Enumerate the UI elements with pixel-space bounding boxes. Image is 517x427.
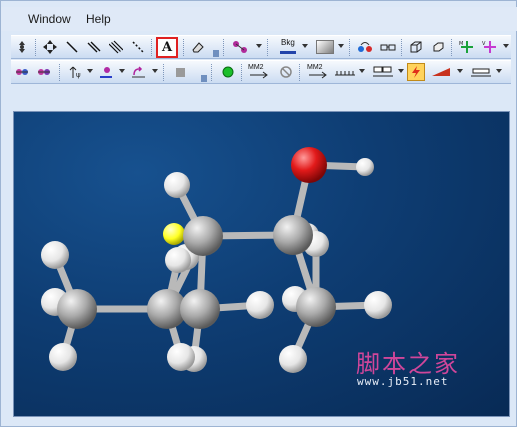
carbon-atom[interactable]	[273, 215, 313, 255]
hydrogen-atom[interactable]	[49, 343, 77, 371]
hydrogen-atom[interactable]	[167, 343, 195, 371]
bar-tool-dropdown-icon[interactable]	[496, 69, 502, 73]
no-calculation-icon[interactable]	[277, 63, 295, 81]
background-color-swatch	[280, 51, 296, 54]
dihedral-driver-2-icon[interactable]	[35, 63, 53, 81]
menu-window[interactable]: Window	[28, 12, 71, 26]
oxygen-atom[interactable]	[291, 147, 327, 183]
orbital-dropdown-icon[interactable]	[87, 69, 93, 73]
translate-tool-icon[interactable]	[41, 38, 59, 56]
move-atoms-icon[interactable]: M	[458, 38, 476, 56]
surface-dropdown-icon[interactable]	[119, 69, 125, 73]
separator	[211, 64, 213, 81]
carbon-atom[interactable]	[57, 289, 97, 329]
orbital-tool-icon[interactable]: ψ	[67, 63, 85, 81]
table-tool-icon[interactable]	[371, 63, 395, 81]
glasses-icon[interactable]	[379, 38, 397, 56]
surface-tool-icon[interactable]	[97, 63, 115, 81]
hydrogen-atom[interactable]	[364, 291, 392, 319]
svg-text:V: V	[482, 41, 486, 47]
toolbar-overflow-icon[interactable]	[503, 44, 509, 48]
hydrogen-atom[interactable]	[165, 247, 191, 273]
rotate-tool-icon[interactable]	[13, 38, 31, 56]
separator	[151, 39, 153, 56]
cube-rotate-icon[interactable]	[429, 38, 447, 56]
model-display-dropdown-icon[interactable]	[256, 44, 262, 48]
separator	[35, 39, 37, 56]
hydrogen-atom[interactable]	[164, 172, 190, 198]
spectrum-tool-icon[interactable]	[407, 63, 425, 81]
separator	[451, 39, 453, 56]
background-color-dropdown-icon[interactable]	[302, 44, 308, 48]
separator	[241, 64, 243, 81]
separator	[59, 64, 61, 81]
background-color-label[interactable]: Bkg	[281, 38, 295, 47]
separator	[223, 39, 225, 56]
separator	[163, 64, 165, 81]
vibration-icon[interactable]: V	[481, 38, 499, 56]
hydrogen-atom[interactable]	[41, 241, 69, 269]
toolbar-grip-icon[interactable]	[213, 50, 219, 57]
gradient-dropdown-icon[interactable]	[338, 44, 344, 48]
svg-text:ψ: ψ	[76, 71, 81, 79]
double-bond-tool-icon[interactable]	[85, 38, 103, 56]
carbon-atom[interactable]	[183, 216, 223, 256]
sulfur-atom[interactable]	[163, 223, 185, 245]
reaction-dropdown-icon[interactable]	[152, 69, 158, 73]
triple-bond-tool-icon[interactable]	[107, 38, 125, 56]
svg-text:M: M	[459, 41, 463, 47]
separator	[401, 39, 403, 56]
separator	[183, 39, 185, 56]
menu-help[interactable]: Help	[86, 12, 111, 26]
carbon-atom[interactable]	[296, 287, 336, 327]
energy-profile-dropdown-icon[interactable]	[457, 69, 463, 73]
mm2-minimize-arrow-icon[interactable]	[248, 69, 270, 81]
toolbar-grip-icon[interactable]	[201, 75, 207, 82]
stereo-view-icon[interactable]	[356, 38, 374, 56]
toolbar-pane-background	[11, 85, 511, 111]
watermark-url: www.jb51.net	[357, 375, 449, 388]
ruler-dropdown-icon[interactable]	[359, 69, 365, 73]
dihedral-driver-icon[interactable]	[13, 63, 31, 81]
hydrogen-atom[interactable]	[246, 291, 274, 319]
application-window: Window Help A Bkg M V ψ MM2 MM2 脚本之家 www…	[0, 0, 517, 427]
dashed-bond-tool-icon[interactable]	[129, 38, 147, 56]
model-display-icon[interactable]	[231, 38, 249, 56]
hydrogen-atom[interactable]	[356, 158, 374, 176]
table-dropdown-icon[interactable]	[398, 69, 404, 73]
ruler-tool-icon[interactable]	[333, 63, 357, 81]
menu-bar: Window Help	[1, 7, 517, 31]
mm2-dynamics-arrow-icon[interactable]	[307, 69, 329, 81]
box-view-icon[interactable]	[407, 38, 425, 56]
toolbar-model: A Bkg M V	[11, 35, 511, 59]
carbon-atom[interactable]	[180, 289, 220, 329]
go-calculation-icon[interactable]	[219, 63, 237, 81]
hydrogen-atom[interactable]	[279, 345, 307, 373]
single-bond-tool-icon[interactable]	[63, 38, 81, 56]
separator	[349, 39, 351, 56]
separator	[299, 64, 301, 81]
energy-profile-icon[interactable]	[429, 63, 453, 81]
separator	[267, 39, 269, 56]
reaction-tool-icon[interactable]	[130, 63, 148, 81]
toolbar-compute: ψ MM2 MM2	[11, 60, 511, 84]
gradient-background-icon[interactable]	[314, 38, 336, 56]
watermark-site-name: 脚本之家	[356, 350, 460, 378]
stop-calculation-icon[interactable]	[171, 63, 189, 81]
text-tool-button[interactable]: A	[156, 37, 178, 58]
bar-tool-icon[interactable]	[469, 63, 493, 81]
eraser-tool-icon[interactable]	[189, 38, 207, 56]
